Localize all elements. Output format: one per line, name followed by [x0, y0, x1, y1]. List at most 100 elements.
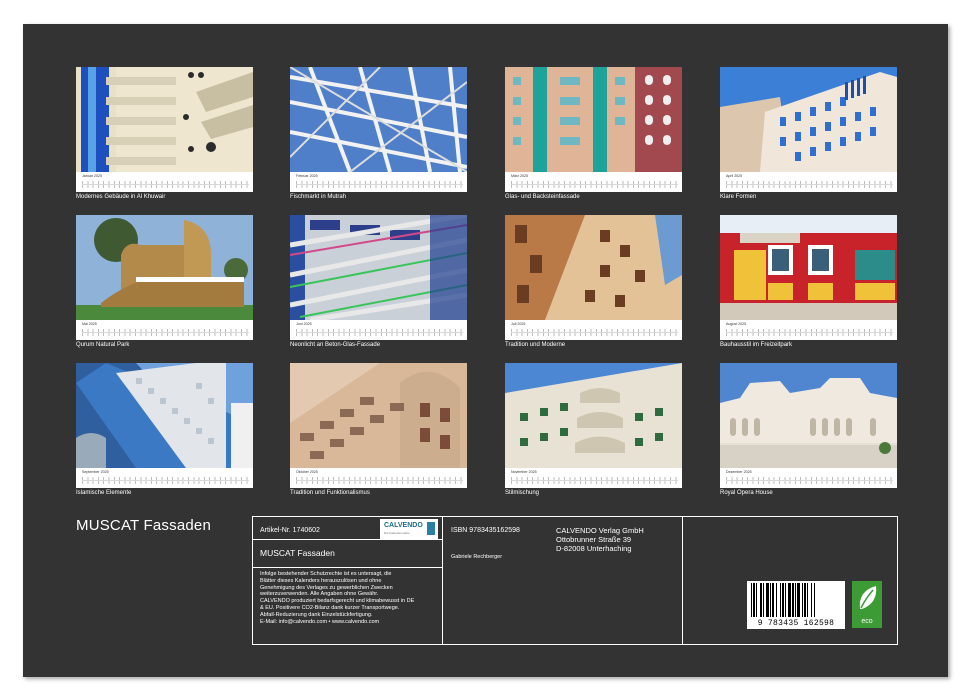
month-card-november[interactable]: November 2025 Stilmischung	[505, 363, 682, 496]
divider	[682, 517, 683, 644]
calendar-grid-strip: November 2025	[505, 468, 682, 488]
month-photo	[76, 363, 253, 468]
month-label: November 2025	[511, 470, 537, 474]
photo-caption: Klare Formen	[720, 194, 757, 200]
month-label: Mai 2025	[82, 322, 97, 326]
calvendo-logo: CALVENDO Die Kalendermarke	[380, 519, 438, 539]
barcode-bar	[811, 583, 812, 617]
month-photo	[720, 67, 897, 172]
month-label: März 2025	[511, 174, 528, 178]
month-photo	[505, 215, 682, 320]
publisher-name: CALVENDO Verlag GmbH	[556, 526, 644, 535]
day-cells	[511, 329, 678, 336]
barcode-bar	[780, 583, 781, 617]
barcode-bar	[814, 583, 815, 617]
isbn-barcode: 9 783435 162598	[747, 581, 845, 629]
calendar-grid-strip: März 2025	[505, 172, 682, 192]
day-cells	[82, 181, 249, 188]
barcode-bar	[763, 583, 764, 617]
month-card-may[interactable]: Mai 2025 Qurum Natural Park	[76, 215, 253, 348]
barcode-bar	[776, 583, 777, 617]
calendar-grid-strip: Mai 2025	[76, 320, 253, 340]
divider	[253, 539, 442, 540]
legal-notice: Infolge bestehender Schutzrechte ist es …	[260, 571, 414, 625]
month-card-april[interactable]: April 2025 Klare Formen	[720, 67, 897, 200]
day-cells	[82, 329, 249, 336]
month-label: Juni 2025	[296, 322, 312, 326]
legal-line: Abfall-Reduzierung dank Einzelstückferti…	[260, 611, 373, 618]
month-photo	[505, 67, 682, 172]
photo-caption: Royal Opera House	[720, 490, 773, 496]
barcode-bar	[802, 583, 803, 617]
photo-caption: Bauhausstil im Freizeitpark	[720, 342, 793, 348]
legal-line: CALVENDO produziert bedarfsgerecht und k…	[260, 598, 415, 605]
day-cells	[511, 181, 678, 188]
product-title: MUSCAT Fassaden	[260, 548, 335, 558]
legal-line: Blätter dieses Kalenders herauszulösen u…	[260, 577, 382, 584]
month-card-august[interactable]: August 2025 Bauhausstil im Freizeitpark	[720, 215, 897, 348]
barcode-bar	[753, 583, 755, 617]
month-card-june[interactable]: Juni 2025 Neonlicht an Beton-Glas-Fassad…	[290, 215, 467, 348]
calendar-grid-strip: September 2025	[76, 468, 253, 488]
logo-mark-icon	[427, 522, 435, 535]
barcode-bar	[751, 583, 752, 617]
barcode-bar	[797, 583, 800, 617]
month-photo	[720, 363, 897, 468]
month-card-february[interactable]: Februar 2025 Fischmarkt in Mutrah	[290, 67, 467, 200]
day-cells	[82, 477, 249, 484]
legal-line: Genehmigung des Verlages zu gewerblichen…	[260, 584, 393, 591]
calendar-grid-strip: Juli 2025	[505, 320, 682, 340]
month-label: Januar 2025	[82, 174, 102, 178]
month-card-january[interactable]: Januar 2025 Modernes Gebäude in Al Khuwa…	[76, 67, 253, 200]
month-label: Dezember 2025	[726, 470, 752, 474]
day-cells	[726, 329, 893, 336]
month-label: September 2025	[82, 470, 109, 474]
day-cells	[296, 477, 463, 484]
barcode-bar	[807, 583, 808, 617]
month-label: April 2025	[726, 174, 743, 178]
calendar-grid-strip: Juni 2025	[290, 320, 467, 340]
calendar-grid-strip: Februar 2025	[290, 172, 467, 192]
calendar-grid-strip: Dezember 2025	[720, 468, 897, 488]
publisher-city: D-82008 Unterhaching	[556, 544, 632, 553]
month-photo	[290, 67, 467, 172]
barcode-number: 9 783435 162598	[757, 619, 835, 628]
day-cells	[511, 477, 678, 484]
barcode-bar	[804, 583, 806, 617]
divider	[442, 517, 443, 644]
calendar-grid-strip: April 2025	[720, 172, 897, 192]
product-info-panel: Artikel-Nr. 1740602 CALVENDO Die Kalende…	[252, 516, 898, 645]
month-card-october[interactable]: Oktober 2025 Tradition und Funktionalism…	[290, 363, 467, 496]
calendar-grid-strip: Januar 2025	[76, 172, 253, 192]
isbn: ISBN 9783435162598	[451, 527, 520, 534]
barcode-bar	[756, 583, 757, 617]
logo-text: CALVENDO	[384, 522, 423, 529]
barcode-bar	[782, 583, 784, 617]
photo-caption: Islamische Elemente	[76, 490, 132, 496]
photo-caption: Qurum Natural Park	[76, 342, 130, 348]
barcode-bar	[772, 583, 774, 617]
barcode-bar	[785, 583, 786, 617]
day-cells	[726, 477, 893, 484]
calendar-grid-strip: Oktober 2025	[290, 468, 467, 488]
legal-line: Infolge bestehender Schutzrechte ist es …	[260, 571, 392, 577]
photo-caption: Tradition und Funktionalismus	[290, 490, 370, 496]
month-card-july[interactable]: Juli 2025 Tradition und Moderne	[505, 215, 682, 348]
photo-caption: Fischmarkt in Mutrah	[290, 194, 347, 200]
month-label: August 2025	[726, 322, 747, 326]
calendar-title: MUSCAT Fassaden	[76, 517, 211, 534]
day-cells	[726, 181, 893, 188]
barcode-bar	[760, 583, 762, 617]
barcode-bar	[795, 583, 796, 617]
divider	[253, 567, 442, 568]
photo-caption: Glas- und Backsteinfassade	[505, 194, 580, 200]
logo-subtext: Die Kalendermarke	[384, 531, 410, 535]
photo-caption: Stilmischung	[505, 490, 540, 496]
photo-caption: Tradition und Moderne	[505, 342, 566, 348]
legal-line: & EU. Positivere CO2-Bilanz dank kurzer …	[260, 604, 400, 611]
month-card-march[interactable]: März 2025 Glas- und Backsteinfassade	[505, 67, 682, 200]
month-card-december[interactable]: Dezember 2025 Royal Opera House	[720, 363, 897, 496]
barcode-bar	[788, 583, 791, 617]
month-card-september[interactable]: September 2025 Islamische Elemente	[76, 363, 253, 496]
publisher-street: Ottobrunner Straße 39	[556, 535, 632, 544]
